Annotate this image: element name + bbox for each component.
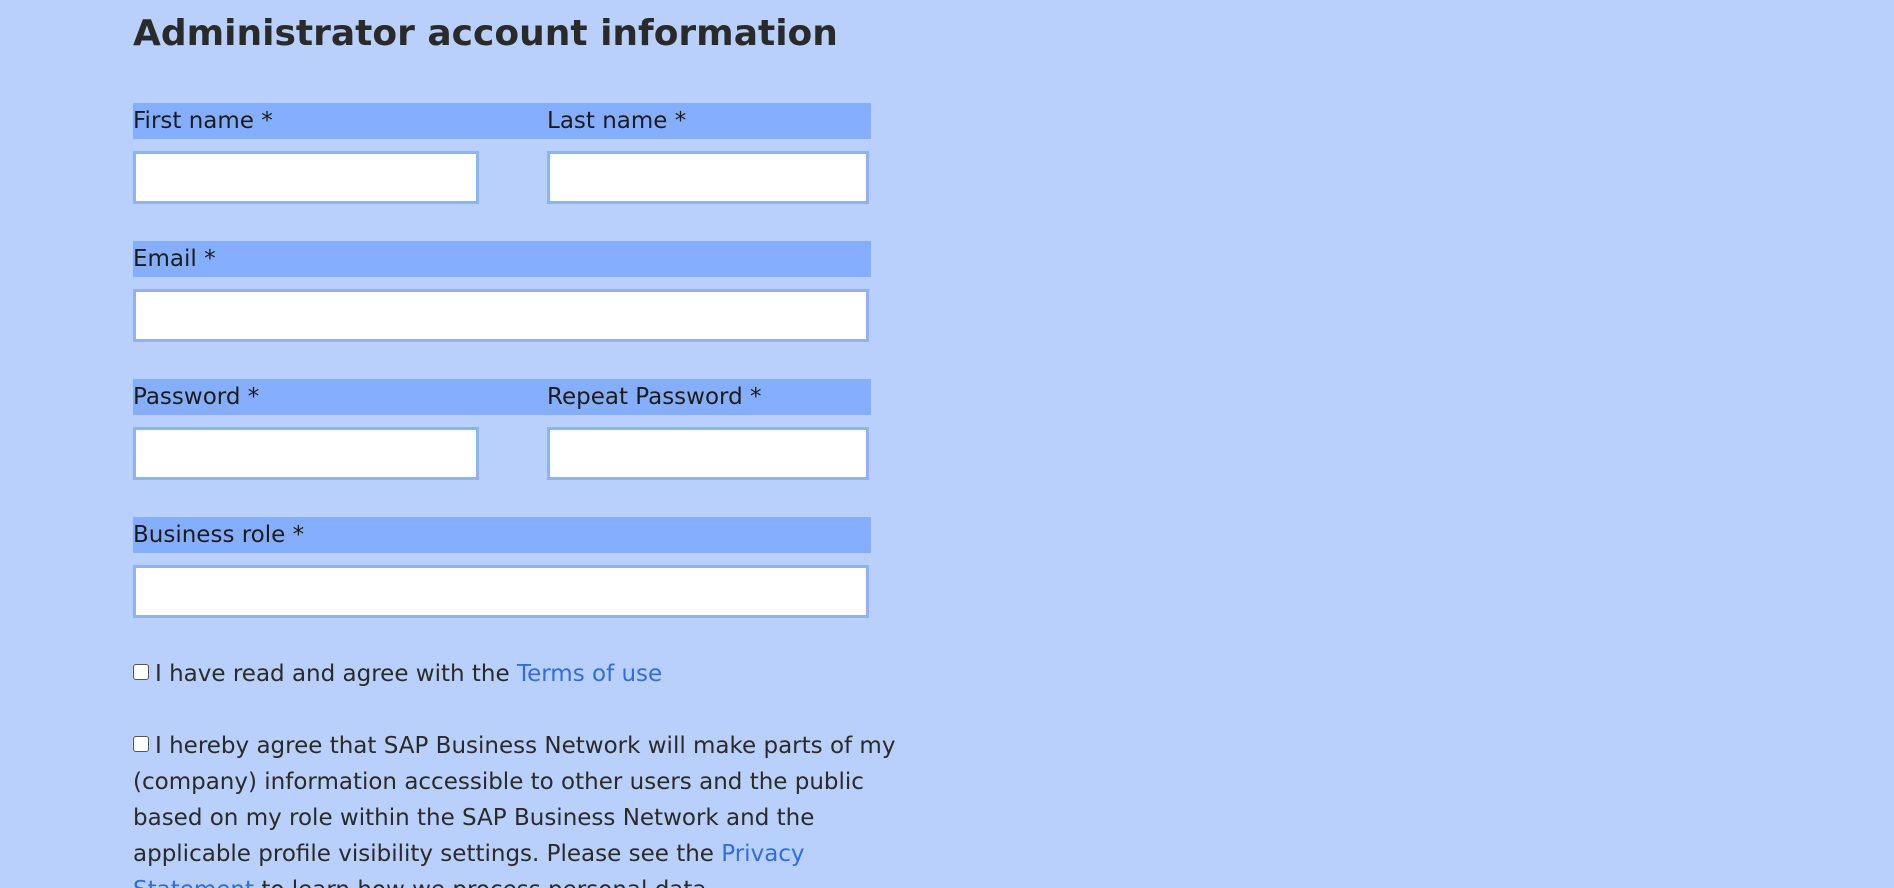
terms-checkbox[interactable] <box>133 664 149 680</box>
last-name-field[interactable] <box>547 151 869 204</box>
repeat-password-field[interactable] <box>547 427 869 480</box>
repeat-password-label: Repeat Password * <box>547 384 762 410</box>
email-label-bar: Email * <box>133 241 871 277</box>
email-field[interactable] <box>133 289 869 342</box>
privacy-text-after: to learn how we process personal data. <box>261 877 713 888</box>
first-name-field[interactable] <box>133 151 479 204</box>
privacy-checkbox[interactable] <box>133 736 149 752</box>
password-label-bar: Password * Repeat Password * <box>133 379 871 415</box>
privacy-agreement-row: I hereby agree that SAP Business Network… <box>133 728 913 888</box>
business-role-field[interactable] <box>133 565 869 618</box>
terms-of-use-link[interactable]: Terms of use <box>517 661 662 687</box>
terms-text: I have read and agree with the <box>155 661 510 687</box>
admin-account-form-page: Administrator account information First … <box>0 0 1894 888</box>
last-name-label: Last name * <box>547 108 687 134</box>
business-role-label: Business role * <box>133 522 305 548</box>
password-field[interactable] <box>133 427 479 480</box>
terms-agreement-row: I have read and agree with the Terms of … <box>133 656 913 692</box>
business-role-label-bar: Business role * <box>133 517 871 553</box>
first-name-label: First name * <box>133 108 273 134</box>
name-label-bar: First name * Last name * <box>133 103 871 139</box>
password-label: Password * <box>133 384 260 410</box>
page-title: Administrator account information <box>133 13 838 54</box>
email-label: Email * <box>133 246 216 272</box>
